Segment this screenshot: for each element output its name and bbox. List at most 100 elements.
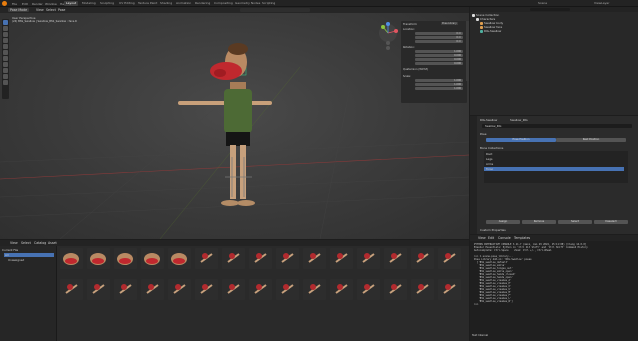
- asset-thumbnail[interactable]: Swallow_face_default: [60, 248, 83, 269]
- navigation-gizmo[interactable]: [376, 21, 400, 51]
- outliner-item-rig[interactable]: RIG-Swallow: [480, 29, 501, 33]
- rotation-y-field[interactable]: 0.000: [415, 58, 463, 61]
- asset-thumbnail[interactable]: Swallow_pose_think: [276, 279, 299, 300]
- workspace-tab-sculpting[interactable]: Sculpting: [98, 1, 116, 6]
- blender-logo-icon[interactable]: [2, 1, 7, 6]
- asset-menu-view[interactable]: View: [10, 241, 18, 245]
- select-button[interactable]: Select: [558, 220, 592, 224]
- python-console[interactable]: View Edit Console Templates PYTHON INTER…: [470, 235, 638, 341]
- scale-tool-icon[interactable]: [3, 44, 8, 49]
- console-menu-edit[interactable]: Edit: [488, 236, 494, 240]
- workspace-tab-layout[interactable]: Layout: [64, 1, 79, 6]
- bone-collections-header[interactable]: Bone Collections: [480, 146, 503, 150]
- location-x-field[interactable]: 0 m: [415, 32, 463, 35]
- remove-button[interactable]: Remove: [522, 220, 556, 224]
- pose-library-dropdown[interactable]: Pose Library: [441, 22, 458, 25]
- properties-tab-column[interactable]: [470, 116, 477, 234]
- asset-menu-catalog[interactable]: Catalog: [34, 241, 46, 245]
- workspace-tab-shading[interactable]: Shading: [158, 1, 174, 6]
- console-menu-view[interactable]: View: [478, 236, 486, 240]
- bone-tool-icon[interactable]: [3, 68, 8, 73]
- location-z-field[interactable]: 0 m: [415, 40, 463, 43]
- asset-thumbnail[interactable]: Swallow_pose_bow: [330, 279, 353, 300]
- asset-thumbnail[interactable]: Swallow_face_tongue: [168, 248, 191, 269]
- workspace-tab-compositing[interactable]: Compositing: [212, 1, 235, 6]
- rotation-mode-dropdown[interactable]: Quaternion (WXYZ): [403, 68, 428, 71]
- bone-collection-root[interactable]: Root: [486, 152, 492, 156]
- asset-thumbnail[interactable]: Swallow_viseme_U: [411, 248, 434, 269]
- transform-tool-icon[interactable]: [3, 50, 8, 55]
- rotation-z-field[interactable]: 0.000: [415, 62, 463, 65]
- workspace-tab-uv-editing[interactable]: UV Editing: [117, 1, 137, 6]
- rotation-x-field[interactable]: 0.000: [415, 54, 463, 57]
- armature-name-field[interactable]: Swallow_RIG: [482, 124, 632, 128]
- asset-thumbnail[interactable]: Swallow_mouth_closed: [438, 248, 461, 269]
- mode-dropdown[interactable]: Pose Mode: [8, 8, 30, 12]
- viewport-menu-select[interactable]: Select: [46, 8, 56, 12]
- workspace-tab-texture-paint[interactable]: Texture Paint: [136, 1, 159, 6]
- cursor-tool-icon[interactable]: [3, 26, 8, 31]
- console-menu-templates[interactable]: Templates: [514, 236, 530, 240]
- view-layer-selector[interactable]: ViewLayer: [592, 1, 611, 6]
- console-menu-console[interactable]: Console: [498, 236, 511, 240]
- workspace-tab-rendering[interactable]: Rendering: [193, 1, 212, 6]
- asset-thumbnail[interactable]: Swallow_hand_relaxed: [276, 248, 299, 269]
- location-y-field[interactable]: 0 m: [415, 36, 463, 39]
- asset-menu-select[interactable]: Select: [21, 241, 31, 245]
- asset-thumbnail[interactable]: Swallow_hand_closed: [195, 248, 218, 269]
- asset-thumbnail[interactable]: Swallow_face_smile_open: [114, 248, 137, 269]
- select-box-tool-icon[interactable]: [3, 20, 8, 25]
- scale-z-field[interactable]: 1.000: [415, 87, 463, 90]
- asset-thumbnail[interactable]: Swallow_pose_wave: [249, 279, 272, 300]
- asset-menu-asset[interactable]: Asset: [48, 241, 57, 245]
- workspace-tab-animation[interactable]: Animation: [174, 1, 193, 6]
- relax-pose-tool-icon[interactable]: [3, 74, 8, 79]
- sidebar-tabs[interactable]: [466, 21, 469, 81]
- workspace-tab-modeling[interactable]: Modeling: [80, 1, 98, 6]
- catalog-unassigned[interactable]: Unassigned: [8, 258, 24, 262]
- library-selector[interactable]: Current File: [2, 248, 18, 252]
- character-model[interactable]: [170, 27, 280, 227]
- viewport-shading-controls[interactable]: [240, 8, 310, 12]
- asset-thumbnail[interactable]: Swallow_pose_shrug: [357, 279, 380, 300]
- pose-position-tab[interactable]: Pose Position: [486, 138, 556, 142]
- asset-thumbnail[interactable]: Swallow_pose_idle: [222, 279, 245, 300]
- annotate-tool-icon[interactable]: [3, 56, 8, 61]
- measure-tool-icon[interactable]: [3, 62, 8, 67]
- pose-section-header[interactable]: Pose: [480, 132, 486, 136]
- bone-collection-torso[interactable]: Torso: [484, 167, 624, 171]
- catalog-all[interactable]: All: [4, 253, 54, 257]
- asset-thumbnail[interactable]: Swallow_face_smile: [87, 248, 110, 269]
- asset-thumbnail[interactable]: Swallow_pose_run: [114, 279, 137, 300]
- scale-y-field[interactable]: 1.000: [415, 83, 463, 86]
- asset-thumbnail[interactable]: Swallow_hand_open: [222, 248, 245, 269]
- deselect-button[interactable]: Deselect: [594, 220, 628, 224]
- asset-thumbnail[interactable]: Swallow_face_frown: [141, 248, 164, 269]
- push-pose-tool-icon[interactable]: [3, 80, 8, 85]
- custom-properties-header[interactable]: Custom Properties: [480, 228, 506, 232]
- asset-thumbnail[interactable]: Swallow_pose_look: [411, 279, 434, 300]
- bone-collection-arms[interactable]: Arms: [486, 162, 493, 166]
- assign-button[interactable]: Assign: [486, 220, 520, 224]
- asset-thumbnail[interactable]: Swallow_viseme_O: [384, 248, 407, 269]
- bone-collection-legs[interactable]: Legs: [486, 157, 492, 161]
- scene-selector[interactable]: Scene: [536, 1, 549, 6]
- rotate-tool-icon[interactable]: [3, 38, 8, 43]
- workspace-tab-geometry-nodes[interactable]: Geometry Nodes: [233, 1, 262, 6]
- workspace-tab-scripting[interactable]: Scripting: [260, 1, 277, 6]
- asset-thumbnail[interactable]: Swallow_viseme_A: [330, 248, 353, 269]
- move-tool-icon[interactable]: [3, 32, 8, 37]
- asset-thumbnail[interactable]: Swallow_pose_sit: [168, 279, 191, 300]
- asset-thumbnail[interactable]: Swallow_pose_walk: [141, 279, 164, 300]
- asset-thumbnail[interactable]: Swallow_pose_scared: [438, 279, 461, 300]
- 3d-viewport[interactable]: Pose Mode View Select Pose User Perspect…: [0, 7, 469, 239]
- asset-thumbnail[interactable]: Swallow_pose_cheer: [303, 279, 326, 300]
- asset-thumbnail[interactable]: Swallow_hand_point: [249, 248, 272, 269]
- scale-x-field[interactable]: 1.000: [415, 79, 463, 82]
- outliner-search-input[interactable]: [530, 8, 570, 11]
- asset-thumbnail[interactable]: Swallow_pose_point: [384, 279, 407, 300]
- viewport-menu-view[interactable]: View: [36, 8, 44, 12]
- rotation-w-field[interactable]: 1.000: [415, 50, 463, 53]
- asset-thumbnail[interactable]: Swallow_pose_arms_up: [60, 279, 83, 300]
- asset-thumbnail[interactable]: Swallow_viseme_E: [357, 248, 380, 269]
